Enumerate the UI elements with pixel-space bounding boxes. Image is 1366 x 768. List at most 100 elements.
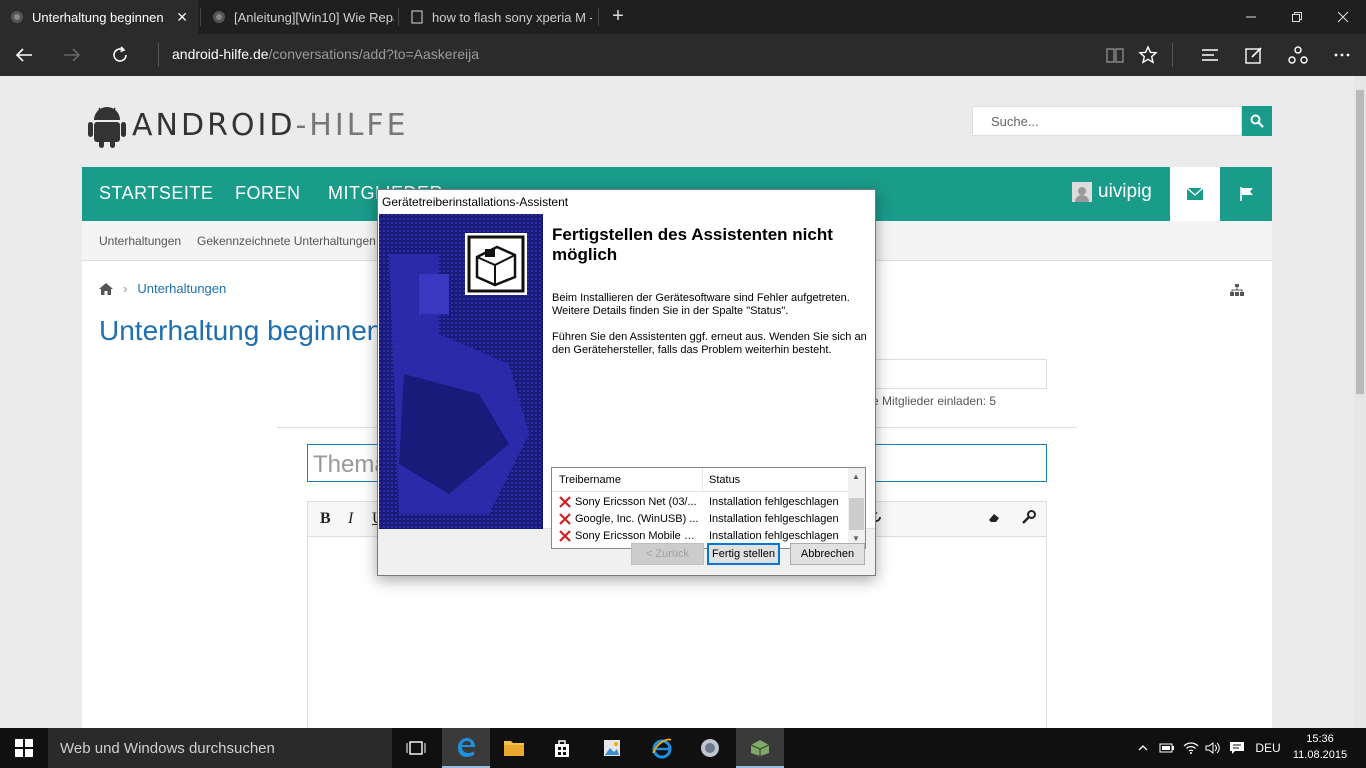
share-button[interactable] [1278,34,1318,76]
scroll-up-icon[interactable]: ▲ [852,472,860,481]
tab-unterhaltung[interactable]: Unterhaltung beginnen ✕ [0,0,198,34]
user-menu[interactable]: uivipig [1072,181,1152,203]
page-scrollbar-thumb[interactable] [1356,90,1364,394]
editor-settings-button[interactable] [1022,510,1036,529]
eraser-icon [989,514,999,522]
nav-startseite[interactable]: STARTSEITE [99,183,213,204]
device-install-icon [465,233,527,295]
folder-icon [504,741,524,756]
driver-name: Google, Inc. (WinUSB) ... [575,513,699,525]
sitemap-icon [1230,284,1244,296]
breadcrumb-unterhaltungen[interactable]: Unterhaltungen [137,281,226,296]
hub-button[interactable] [1190,34,1230,76]
subnav-unterhaltungen[interactable]: Unterhaltungen [99,234,181,248]
back-wizard-button[interactable]: < Zurück [631,543,704,565]
share-icon [1288,46,1308,64]
star-icon [1138,45,1158,64]
driver-install-dialog: Gerätetreiberinstallations-Assistent Fer… [377,189,876,576]
back-arrow-icon [15,48,32,62]
cancel-button[interactable]: Abbrechen [790,543,865,565]
taskbar-photo-app[interactable] [588,728,636,768]
pen-note-icon [1245,47,1262,64]
close-tab-icon[interactable]: ✕ [176,9,188,26]
start-button[interactable] [0,728,48,768]
page-title: Unterhaltung beginnen [99,315,383,346]
notification-icon [1230,742,1244,754]
web-note-button[interactable] [1234,34,1274,76]
refresh-button[interactable] [96,34,144,76]
dialog-heading: Fertigstellen des Assistenten nicht mögl… [552,225,833,264]
taskbar-store[interactable] [538,728,586,768]
dialog-retry-text: Führen Sie den Assistenten ggf. erneut a… [552,331,867,356]
site-search-button[interactable] [1242,106,1272,136]
breadcrumb-separator: › [123,281,128,296]
windows-logo-icon [15,739,33,757]
inbox-button[interactable] [1170,167,1220,221]
maximize-button[interactable] [1274,0,1320,34]
driver-list-scroll-thumb[interactable] [849,498,864,530]
home-icon[interactable] [99,282,113,295]
clock[interactable]: 15:36 11.08.2015 [1290,731,1350,763]
battery-button[interactable] [1156,728,1178,768]
scroll-down-icon[interactable]: ▼ [852,534,860,543]
back-button[interactable] [0,34,48,76]
hub-icon [1202,49,1218,61]
remove-format-button[interactable] [988,510,1002,528]
tab-separator [598,8,599,26]
forward-button[interactable] [48,34,96,76]
store-bag-icon [555,740,569,757]
page-favicon-icon [410,10,424,24]
taskbar-search-input[interactable]: Web und Windows durchsuchen [48,728,392,768]
site-logo[interactable]: ANDROID-HILFE [88,102,409,148]
italic-button[interactable]: I [348,510,353,528]
android-favicon-icon [212,10,226,24]
wifi-button[interactable] [1180,728,1202,768]
android-favicon-icon [10,10,24,24]
sitemap-button[interactable] [1230,283,1244,301]
site-search-input[interactable]: Suche... [972,106,1242,136]
breadcrumb: › Unterhaltungen [99,281,226,296]
column-status[interactable]: Status [709,474,740,486]
language-indicator[interactable]: DEU [1252,728,1284,768]
error-x-icon [559,530,571,542]
search-icon [1250,114,1264,128]
action-center-button[interactable] [1226,728,1248,768]
tab-label: how to flash sony xperia M - [432,9,592,25]
taskbar-explorer[interactable] [490,728,538,768]
minimize-button[interactable] [1228,0,1274,34]
chevron-up-icon [1138,745,1148,751]
alerts-button[interactable] [1222,167,1272,221]
page-scrollbar[interactable] [1354,76,1366,728]
bold-button[interactable]: B [320,510,331,528]
subnav-gekennzeichnete[interactable]: Gekennzeichnete Unterhaltungen [197,234,376,248]
forward-arrow-icon [64,48,81,62]
driver-row[interactable]: Sony Ericsson Net (03/... Installation f… [552,494,848,511]
error-x-icon [559,496,571,508]
dialog-body: Fertigstellen des Assistenten nicht mögl… [378,214,875,549]
clock-date: 11.08.2015 [1292,749,1348,761]
close-window-button[interactable] [1320,0,1366,34]
taskbar-settings-app[interactable] [686,728,734,768]
driver-row[interactable]: Google, Inc. (WinUSB) ... Installation f… [552,511,848,528]
driver-list[interactable]: Treibername Status Sony Ericsson Net (03… [551,467,866,549]
taskbar-edge[interactable] [442,728,490,768]
new-tab-button[interactable]: + [606,5,630,28]
recipients-input[interactable] [872,359,1047,389]
favorite-button[interactable] [1128,34,1168,76]
more-button[interactable] [1322,34,1362,76]
tab-anleitung[interactable]: [Anleitung][Win10] Wie Repa [202,0,398,34]
column-treibername[interactable]: Treibername [559,474,621,486]
tab-sony-xperia[interactable]: how to flash sony xperia M - [400,0,598,34]
taskbar-internet-explorer[interactable] [638,728,686,768]
wizard-banner-image [379,214,543,529]
nav-foren[interactable]: FOREN [235,183,301,204]
show-hidden-icons-button[interactable] [1132,728,1154,768]
finish-button[interactable]: Fertig stellen [707,543,780,565]
task-view-icon [406,741,426,755]
driver-list-scrollbar[interactable]: ▲ ▼ [848,468,865,548]
url-field[interactable]: android-hilfe.de/conversations/add?to=Aa… [172,46,479,62]
picture-icon [604,740,620,756]
taskbar-driver-wizard[interactable] [736,728,784,768]
task-view-button[interactable] [392,728,440,768]
volume-button[interactable] [1202,728,1224,768]
